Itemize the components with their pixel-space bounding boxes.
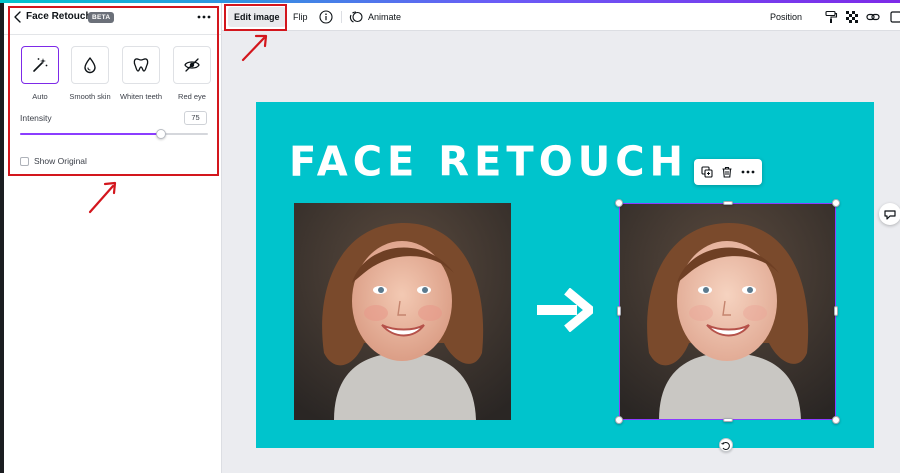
trash-icon[interactable] [721, 166, 733, 178]
transparency-icon[interactable] [845, 10, 859, 24]
top-toolbar: Edit image Flip Animate Position [222, 3, 900, 31]
paint-roller-icon[interactable] [824, 10, 838, 24]
magic-wand-icon [33, 58, 48, 72]
resize-handle-top[interactable] [723, 201, 733, 205]
rotate-icon [721, 442, 730, 450]
eye-icon [184, 58, 200, 72]
effect-tile [122, 46, 160, 84]
resize-handle-top-right[interactable] [832, 199, 840, 207]
resize-handle-bottom-left[interactable] [615, 416, 623, 424]
portrait-illustration [294, 203, 511, 420]
arrow-right-graphic[interactable] [535, 288, 593, 332]
intensity-slider-fill [20, 133, 161, 135]
intensity-slider[interactable] [20, 129, 208, 139]
duplicate-icon[interactable] [701, 166, 713, 178]
animate-button[interactable]: Animate [368, 7, 401, 27]
panel-header: Face Retouch BETA [4, 3, 222, 31]
resize-handle-left[interactable] [617, 306, 621, 316]
info-icon[interactable] [319, 10, 333, 24]
link-icon[interactable] [866, 10, 880, 24]
droplet-icon [84, 57, 96, 74]
beta-badge: BETA [88, 12, 115, 23]
design-title[interactable]: FACE RETOUCH [289, 139, 688, 186]
resize-handle-right[interactable] [834, 306, 838, 316]
resize-handle-bottom[interactable] [723, 418, 733, 422]
portrait-before-image[interactable] [294, 203, 511, 420]
animate-icon[interactable] [349, 10, 363, 24]
effect-tile [21, 46, 59, 84]
flip-button[interactable]: Flip [293, 7, 308, 27]
more-options-icon[interactable] [740, 166, 756, 178]
portrait-after-image[interactable] [619, 203, 836, 420]
effect-tile [71, 46, 109, 84]
more-tools-icon[interactable] [890, 10, 900, 24]
position-button[interactable]: Position [770, 7, 802, 27]
show-original-label: Show Original [34, 156, 87, 166]
more-options-icon[interactable] [196, 11, 212, 23]
effect-tile [173, 46, 211, 84]
comment-icon [884, 210, 896, 220]
effect-label: Red eye [178, 92, 206, 101]
intensity-value-input[interactable]: 75 [184, 111, 207, 125]
face-retouch-panel: Face Retouch BETA Auto Smooth skin White… [4, 3, 222, 473]
portrait-illustration [619, 203, 836, 420]
toolbar-separator [341, 11, 342, 23]
effect-red-eye[interactable]: Red eye [172, 45, 220, 105]
intensity-label: Intensity [20, 113, 52, 123]
show-original-checkbox[interactable] [20, 156, 29, 166]
panel-divider [4, 34, 222, 35]
panel-title: Face Retouch [26, 11, 92, 22]
edit-image-button[interactable]: Edit image [228, 7, 286, 27]
show-original-toggle[interactable]: Show Original [20, 155, 87, 167]
intensity-slider-thumb[interactable] [156, 129, 166, 139]
element-floating-toolbar [694, 159, 762, 185]
effect-options: Auto Smooth skin Whiten teeth Red eye [18, 45, 218, 105]
add-comment-button[interactable] [879, 203, 900, 225]
tooth-icon [133, 58, 149, 72]
rotate-handle[interactable] [719, 438, 733, 452]
resize-handle-bottom-right[interactable] [832, 416, 840, 424]
chevron-left-icon[interactable] [13, 11, 23, 23]
resize-handle-top-left[interactable] [615, 199, 623, 207]
